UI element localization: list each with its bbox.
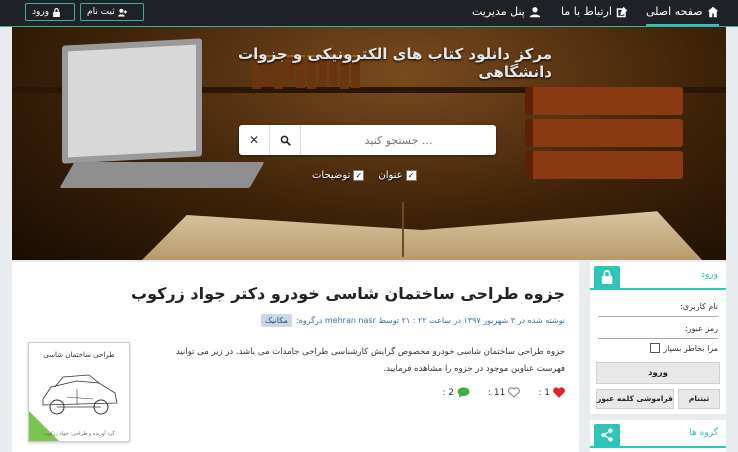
user-icon: [529, 7, 541, 18]
hero-banner: مرکز دانلود کتاب های الکترونیکی و جزوات …: [12, 27, 726, 260]
likes-stat[interactable]: 1 :: [538, 387, 565, 398]
filter-title-label: عنوان: [378, 170, 403, 181]
site-title: مرکز دانلود کتاب های الکترونیکی و جزوات …: [238, 45, 552, 81]
thumbnail-title: طراحی ساختمان شاسی: [43, 351, 115, 359]
search-filters: توضیحات ✓ عنوان ✓: [312, 170, 417, 181]
login-panel: ورود نام کاربری: رمز عبور: مرا بخاطر بسپ…: [590, 262, 726, 414]
login-button-label: ورود: [32, 7, 50, 17]
clear-search-button[interactable]: ✕: [239, 125, 270, 155]
register-button[interactable]: ثبت نام: [80, 3, 144, 21]
post-card: جزوه طراحی ساختمان شاسی خودرو دکتر جواد …: [12, 262, 579, 452]
groups-panel-tab: [594, 424, 620, 446]
sidebar: ورود نام کاربری: رمز عبور: مرا بخاطر بسپ…: [590, 262, 726, 452]
post-thumbnail[interactable]: طراحی ساختمان شاسی گرد آورنده و طراحی: ج…: [28, 342, 130, 442]
username-field[interactable]: [598, 302, 718, 317]
login-panel-title: ورود: [700, 270, 718, 280]
laptop-base-decoration: [59, 162, 265, 188]
login-panel-tab: [594, 266, 620, 288]
checkbox-unchecked-icon: [650, 343, 661, 353]
user-plus-icon: [117, 8, 127, 16]
groups-panel: گروه ها: [590, 420, 726, 452]
post-title[interactable]: جزوه طراحی ساختمان شاسی خودرو دکتر جواد …: [131, 284, 565, 303]
views-stat: 11 :: [488, 387, 521, 398]
checkbox-checked-icon: ✓: [353, 170, 365, 181]
filter-description-label: توضیحات: [312, 170, 351, 181]
filter-title-checkbox[interactable]: عنوان ✓: [378, 170, 417, 181]
top-navbar: صفحه اصلی ارتباط با ما پنل مدیریت ثبت نا…: [0, 0, 738, 27]
remember-me-checkbox[interactable]: مرا بخاطر بسپار: [650, 343, 718, 353]
comments-stat[interactable]: 2 :: [442, 387, 470, 398]
search-input[interactable]: [301, 125, 496, 155]
remember-me-label: مرا بخاطر بسپار: [663, 343, 718, 353]
comment-icon: [457, 387, 470, 398]
nav-home-link[interactable]: صفحه اصلی: [646, 0, 719, 26]
post-meta: نوشته شده در ۳ شهریور ۱۳۹۷ در ساعت ۲۲ : …: [260, 314, 565, 327]
home-icon: [707, 6, 718, 18]
lock-icon: [53, 7, 60, 17]
nav-admin-link[interactable]: پنل مدیریت: [472, 0, 541, 24]
post-meta-text: نوشته شده در ۳ شهریور ۱۳۹۷ در ساعت ۲۲ : …: [295, 316, 565, 325]
open-book-decoration: [142, 211, 702, 260]
sidebar-register-button[interactable]: ثبتنام: [678, 389, 720, 409]
register-button-label: ثبت نام: [87, 7, 115, 17]
checkbox-checked-icon: ✓: [405, 170, 417, 181]
password-field[interactable]: [598, 324, 718, 339]
comments-count: 2 :: [442, 387, 454, 398]
forgot-password-button[interactable]: فراموشی کلمه عبور: [596, 389, 674, 409]
groups-panel-title: گروه ها: [689, 428, 718, 438]
close-icon: ✕: [248, 133, 260, 147]
sidebar-login-button[interactable]: ورود: [596, 362, 720, 384]
thumbnail-caption: گرد آورنده و طراحی: جواد زرکوب: [43, 431, 115, 437]
category-badge[interactable]: مکانیک: [260, 314, 292, 327]
book-spine-decoration: [402, 202, 404, 257]
heart-icon: [553, 387, 565, 398]
search-icon: [280, 135, 291, 146]
groups-panel-header: گروه ها: [590, 420, 726, 448]
views-count: 11 :: [488, 387, 506, 398]
heart-outline-icon: [508, 387, 521, 398]
edit-icon: [616, 6, 628, 18]
share-icon: [601, 428, 613, 442]
login-panel-header: ورود: [590, 262, 726, 290]
lock-icon: [601, 270, 613, 284]
nav-contact-label: ارتباط با ما: [561, 5, 612, 18]
car-chassis-illustration: [42, 374, 118, 415]
nav-contact-link[interactable]: ارتباط با ما: [561, 0, 628, 24]
search-button[interactable]: [270, 125, 301, 155]
nav-home-label: صفحه اصلی: [646, 5, 703, 18]
search-box: ✕: [239, 125, 496, 155]
filter-description-checkbox[interactable]: توضیحات ✓: [312, 170, 365, 181]
post-excerpt: جزوه طراحی ساختمان شاسی خودرو مخصوص گرای…: [175, 347, 565, 374]
post-stats: 1 : 11 : 2 :: [442, 387, 565, 398]
login-button[interactable]: ورود: [25, 3, 75, 21]
nav-admin-label: پنل مدیریت: [472, 5, 525, 18]
likes-count: 1 :: [538, 387, 550, 398]
